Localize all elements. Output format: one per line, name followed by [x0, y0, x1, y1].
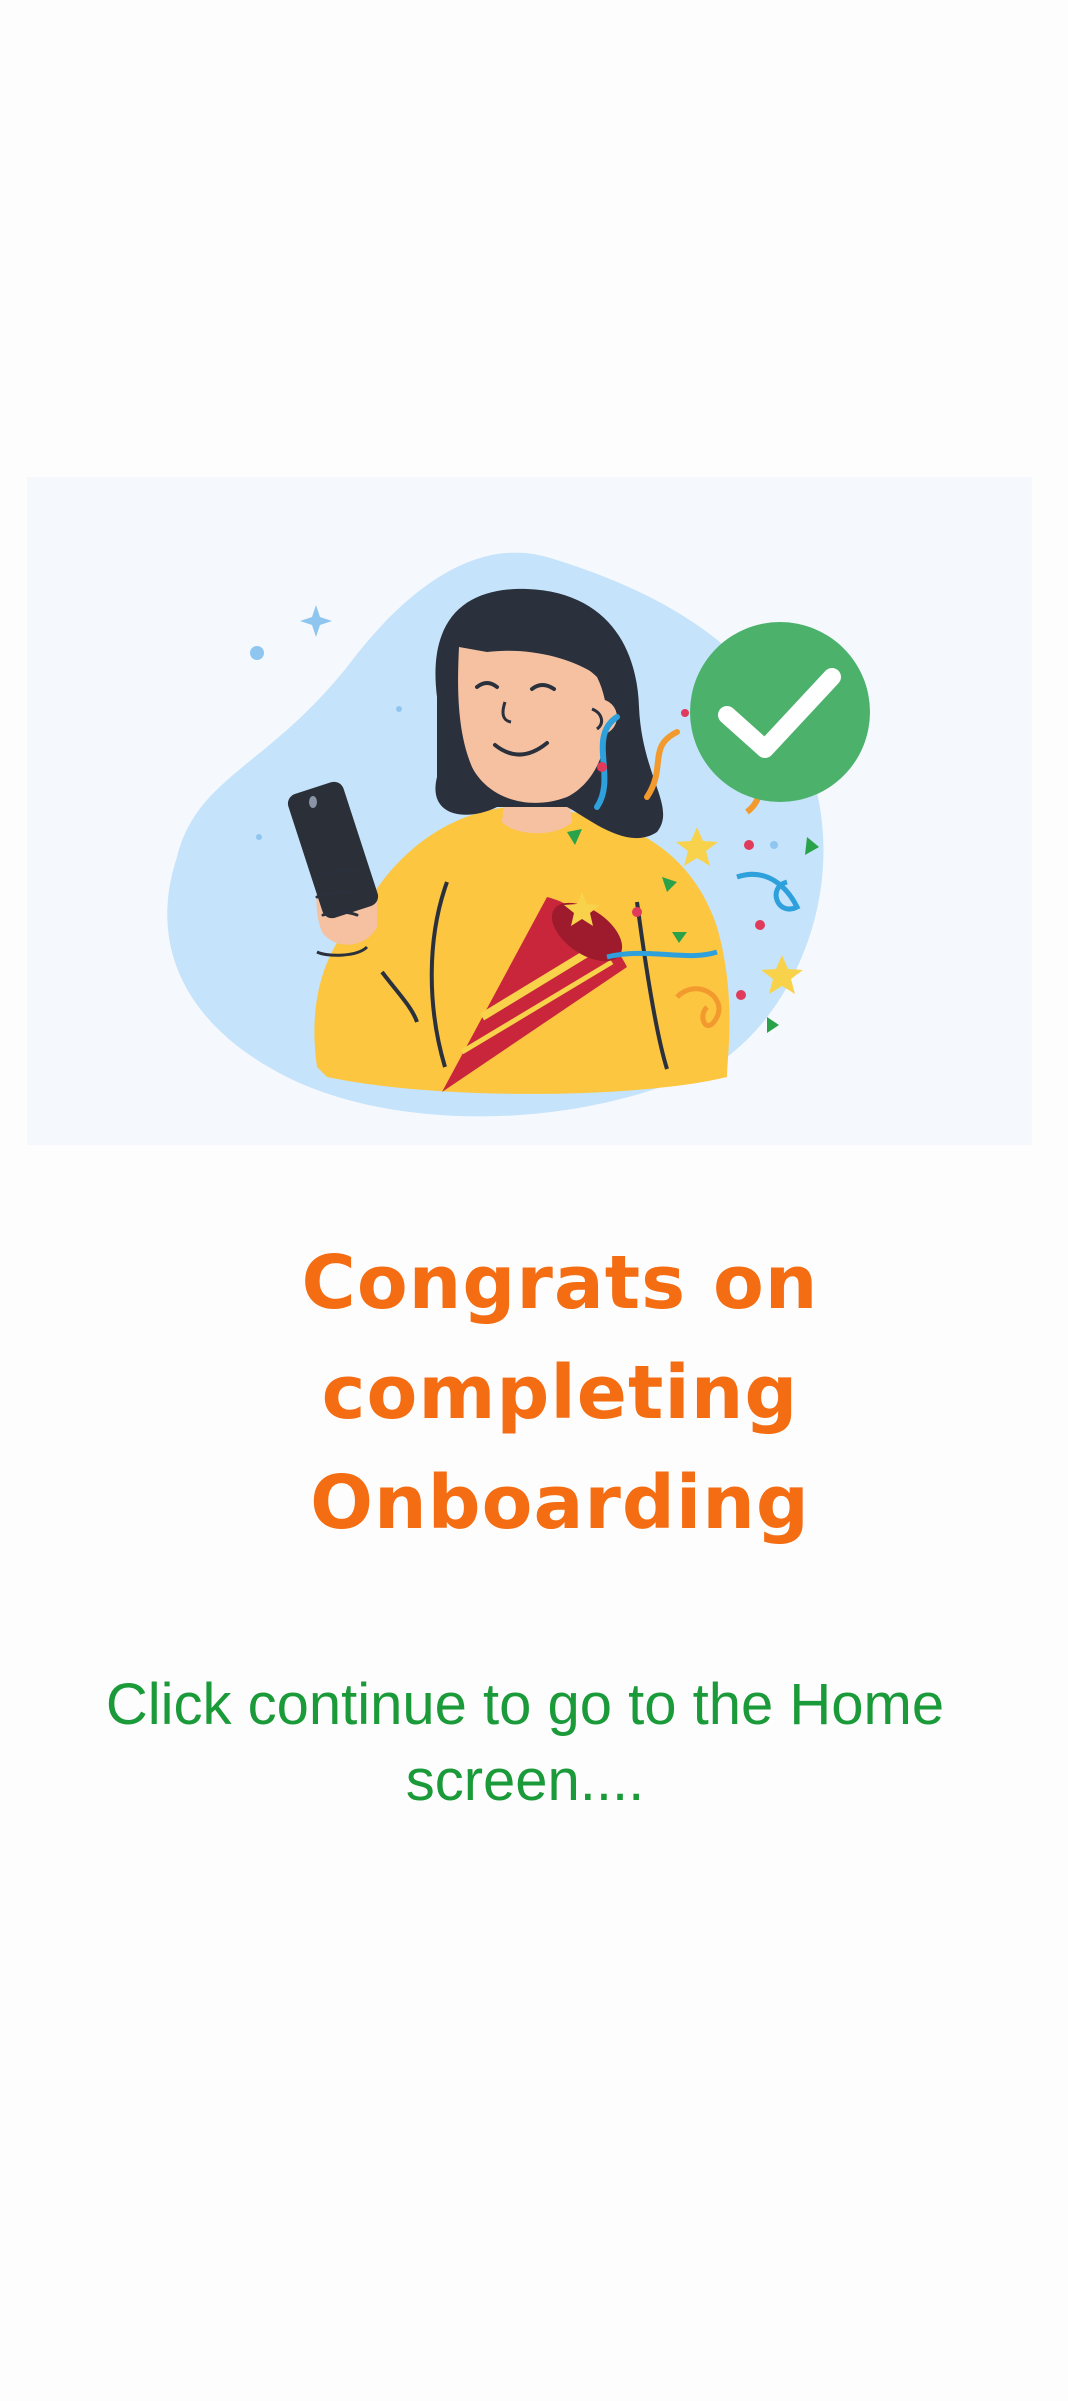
onboarding-complete-title: Congrats on completing Onboarding — [301, 1240, 819, 1546]
sparkle-dot — [250, 646, 264, 660]
continue-instruction-text: Click continue to go to the Home screen.… — [105, 1672, 945, 1813]
sparkle-icon — [300, 605, 332, 637]
celebration-illustration — [27, 477, 1032, 1145]
check-circle-icon — [690, 622, 870, 802]
